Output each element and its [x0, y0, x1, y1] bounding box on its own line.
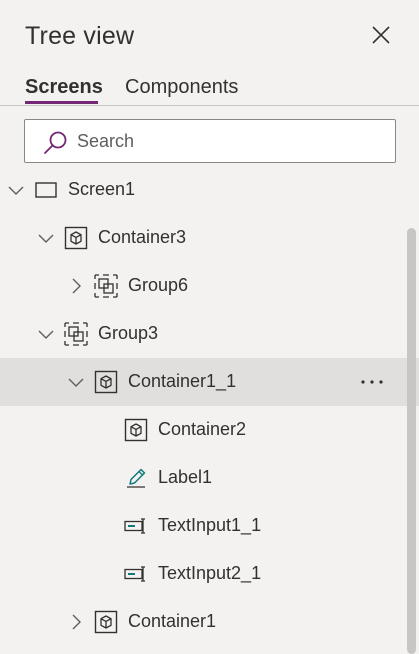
text-input-icon: [124, 566, 145, 582]
panel-header: Tree view: [0, 0, 419, 70]
tree-node-container1-1[interactable]: Container1_1: [0, 358, 419, 406]
tree-node-container2[interactable]: Container2: [0, 406, 404, 454]
close-icon: [372, 26, 390, 44]
container-icon: [124, 418, 148, 442]
group-icon: [64, 322, 88, 346]
close-button[interactable]: [368, 22, 394, 48]
tree-node-label: TextInput1_1: [158, 515, 262, 535]
text-input-icon: [124, 518, 145, 534]
tree-node-textinput1-1[interactable]: TextInput1_1: [0, 502, 404, 550]
container-icon: [64, 226, 88, 250]
tree-node-label: Container1_1: [128, 371, 237, 391]
tree-node-label: Screen1: [68, 179, 136, 199]
more-options-button[interactable]: [358, 368, 386, 396]
screen-icon: [35, 182, 57, 198]
tree-node-label: Container3: [98, 227, 187, 247]
tree-node-label: Container1: [128, 611, 217, 631]
search-input[interactable]: [77, 128, 377, 154]
active-tab-indicator: [25, 101, 98, 104]
tree-node-screen1[interactable]: Screen1: [0, 166, 404, 214]
search-box[interactable]: [24, 119, 396, 163]
chevron-down-icon[interactable]: [38, 326, 54, 342]
tree-node-group6[interactable]: Group6: [0, 262, 404, 310]
container-icon: [94, 370, 118, 394]
panel-title: Tree view: [25, 22, 135, 50]
more-icon: [361, 380, 383, 384]
tree-node-label1[interactable]: Label1: [0, 454, 404, 502]
tree-node-container1[interactable]: Container1: [0, 598, 404, 646]
chevron-down-icon[interactable]: [8, 182, 24, 198]
tree-node-label: Label1: [158, 467, 213, 487]
chevron-right-icon[interactable]: [68, 278, 84, 294]
tree-node-container3[interactable]: Container3: [0, 214, 404, 262]
tree-node-group3[interactable]: Group3: [0, 310, 404, 358]
chevron-down-icon[interactable]: [38, 230, 54, 246]
tree-list: Screen1 Container3 Group6 Group3 Container1_…: [0, 166, 419, 654]
tree-node-textinput2-1[interactable]: TextInput2_1: [0, 550, 404, 598]
tree-node-label: Container2: [158, 419, 247, 439]
tree-node-label: TextInput2_1: [158, 563, 262, 583]
chevron-down-icon[interactable]: [68, 374, 84, 390]
search-icon: [44, 131, 67, 154]
tree-node-label: Group3: [98, 323, 159, 343]
label-icon: [127, 468, 146, 488]
tree-node-label: Group6: [128, 275, 189, 295]
scrollbar-thumb[interactable]: [407, 228, 416, 654]
tab-components[interactable]: Components: [125, 76, 238, 106]
chevron-right-icon[interactable]: [68, 614, 84, 630]
container-icon: [94, 610, 118, 634]
group-icon: [94, 274, 118, 298]
